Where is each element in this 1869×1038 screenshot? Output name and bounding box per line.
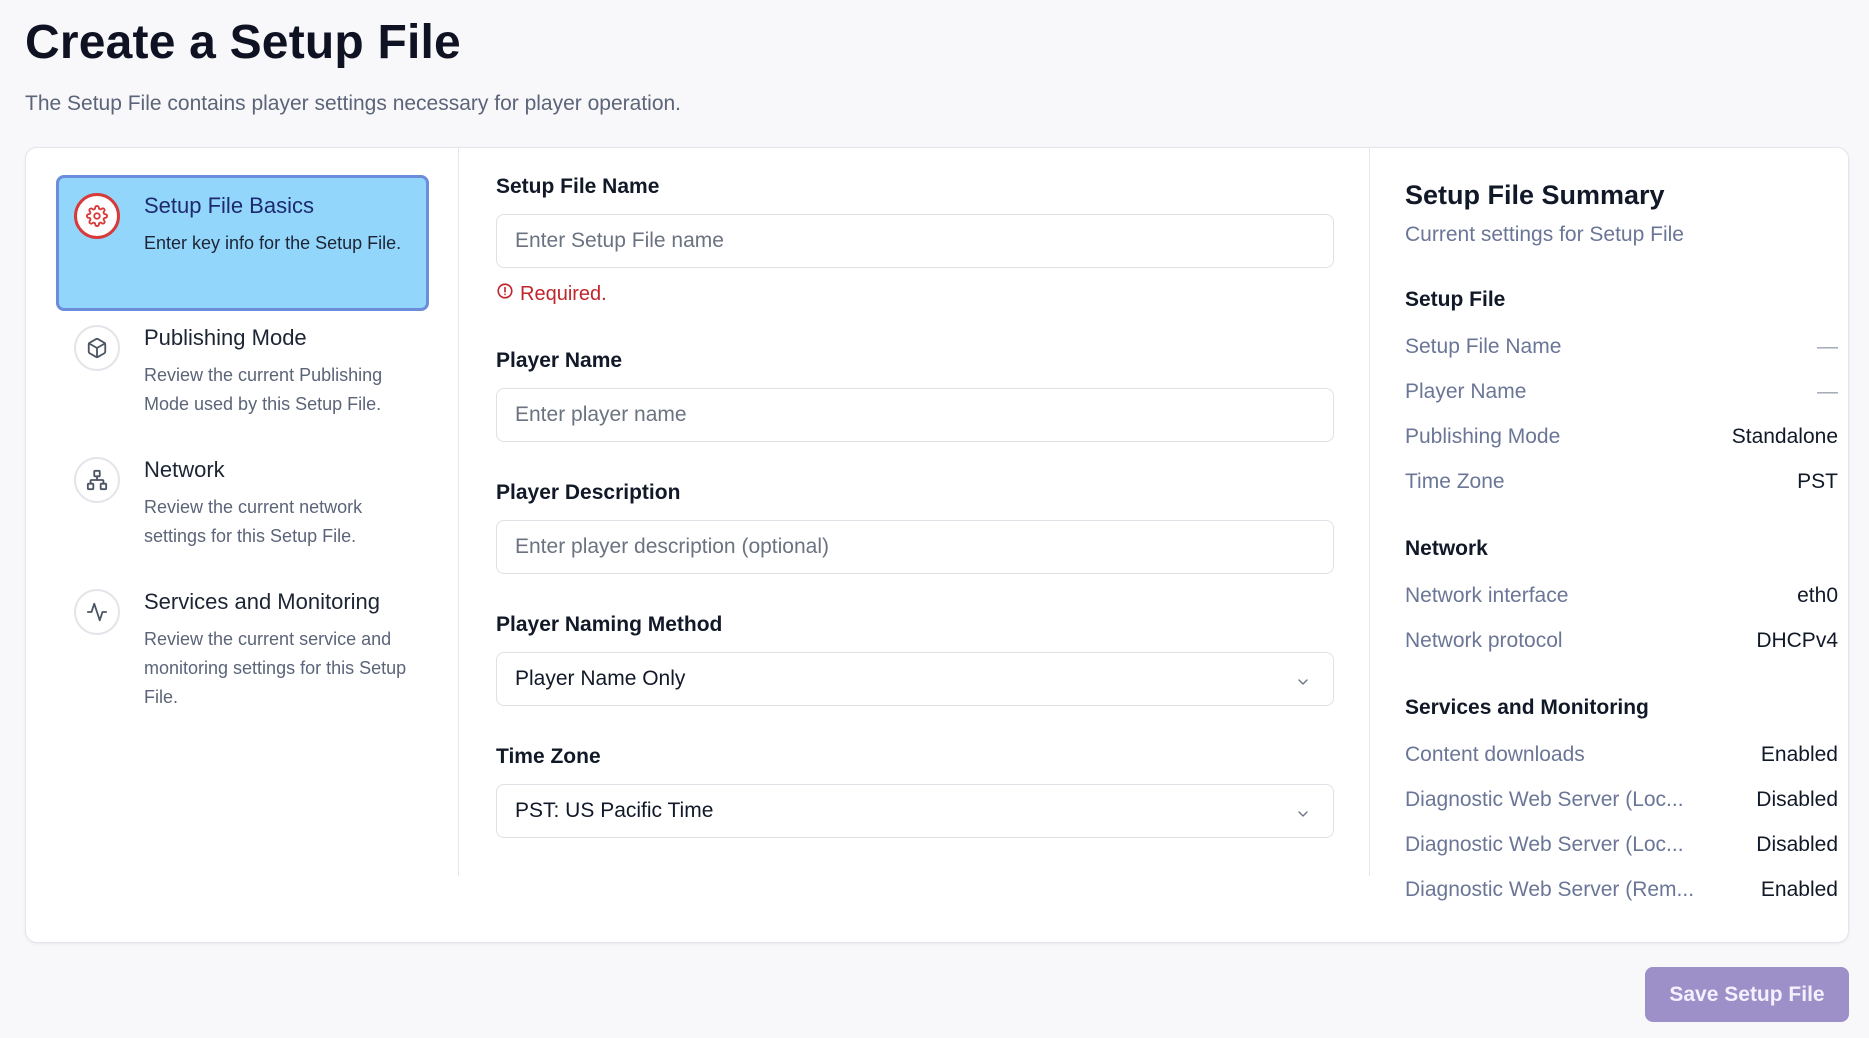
step-network[interactable]: Network Review the current network setti… bbox=[56, 439, 429, 549]
summary-value: Disabled bbox=[1756, 833, 1838, 856]
player-name-input[interactable] bbox=[496, 388, 1334, 442]
time-zone-select[interactable]: PST: US Pacific Time bbox=[496, 784, 1334, 838]
summary-row: Player Name — bbox=[1405, 377, 1838, 407]
player-description-input[interactable] bbox=[496, 520, 1334, 574]
step-services-and-monitoring[interactable]: Services and Monitoring Review the curre… bbox=[56, 571, 429, 707]
summary-value: DHCPv4 bbox=[1756, 629, 1838, 652]
setup-file-name-error: Required. bbox=[496, 282, 607, 306]
setup-file-name-input[interactable] bbox=[496, 214, 1334, 268]
summary-key: Content downloads bbox=[1405, 743, 1585, 766]
summary-row: Time Zone PST bbox=[1405, 467, 1838, 497]
summary-key: Time Zone bbox=[1405, 470, 1505, 493]
summary-key: Publishing Mode bbox=[1405, 425, 1561, 448]
step-description: Review the current Publishing Mode used … bbox=[144, 365, 383, 414]
summary-row: Diagnostic Web Server (Loc... Disabled bbox=[1405, 785, 1838, 815]
error-text: Required. bbox=[520, 282, 607, 305]
summary-key: Network interface bbox=[1405, 584, 1569, 607]
page-subtitle: The Setup File contains player settings … bbox=[25, 92, 682, 115]
error-icon bbox=[496, 282, 514, 306]
setup-file-card: Setup File Basics Enter key info for the… bbox=[25, 147, 1849, 943]
summary-value: Enabled bbox=[1760, 878, 1838, 901]
chevron-down-icon bbox=[1295, 672, 1311, 696]
summary-value: — bbox=[1817, 380, 1838, 403]
step-title: Setup File Basics bbox=[144, 193, 314, 218]
step-setup-file-basics[interactable]: Setup File Basics Enter key info for the… bbox=[56, 175, 429, 311]
save-setup-file-button[interactable]: Save Setup File bbox=[1645, 967, 1849, 1022]
cube-icon bbox=[74, 325, 120, 371]
summary-value: Standalone bbox=[1731, 425, 1838, 448]
summary-key: Diagnostic Web Server (Loc... bbox=[1405, 833, 1684, 856]
summary-value: eth0 bbox=[1797, 584, 1838, 607]
summary-section-heading: Setup File bbox=[1405, 288, 1506, 311]
summary-value: Disabled bbox=[1756, 788, 1838, 811]
summary-section-heading: Network bbox=[1405, 537, 1488, 560]
summary-key: Setup File Name bbox=[1405, 335, 1562, 358]
summary-value: Enabled bbox=[1760, 743, 1838, 766]
player-naming-method-select[interactable]: Player Name Only bbox=[496, 652, 1334, 706]
time-zone-label: Time Zone bbox=[496, 745, 601, 768]
activity-icon bbox=[74, 589, 120, 635]
summary-row: Diagnostic Web Server (Loc... Disabled bbox=[1405, 830, 1838, 860]
summary-key: Player Name bbox=[1405, 380, 1527, 403]
column-divider bbox=[458, 148, 459, 876]
summary-key: Diagnostic Web Server (Loc... bbox=[1405, 788, 1684, 811]
summary-row: Network protocol DHCPv4 bbox=[1405, 626, 1838, 656]
chevron-down-icon bbox=[1295, 804, 1311, 828]
page-title: Create a Setup File bbox=[25, 16, 461, 69]
summary-key: Network protocol bbox=[1405, 629, 1563, 652]
step-description: Review the current service and monitorin… bbox=[144, 629, 407, 707]
summary-row: Publishing Mode Standalone bbox=[1405, 422, 1838, 452]
summary-row: Network interface eth0 bbox=[1405, 581, 1838, 611]
summary-row: Setup File Name — bbox=[1405, 332, 1838, 362]
page-header: Create a Setup File The Setup File conta… bbox=[25, 14, 681, 116]
summary-row: Diagnostic Web Server (Rem... Enabled bbox=[1405, 875, 1838, 905]
summary-subtitle: Current settings for Setup File bbox=[1405, 223, 1684, 246]
summary-title: Setup File Summary bbox=[1405, 180, 1665, 210]
step-description: Review the current network settings for … bbox=[144, 497, 363, 546]
network-icon bbox=[74, 457, 120, 503]
player-name-label: Player Name bbox=[496, 349, 623, 372]
step-description: Enter key info for the Setup File. bbox=[144, 233, 402, 253]
select-value: PST: US Pacific Time bbox=[515, 799, 714, 822]
player-naming-method-label: Player Naming Method bbox=[496, 613, 723, 636]
summary-row: Content downloads Enabled bbox=[1405, 740, 1838, 770]
summary-key: Diagnostic Web Server (Rem... bbox=[1405, 878, 1695, 901]
player-description-label: Player Description bbox=[496, 481, 681, 504]
setup-file-name-label: Setup File Name bbox=[496, 175, 660, 198]
step-publishing-mode[interactable]: Publishing Mode Review the current Publi… bbox=[56, 307, 429, 417]
step-title: Publishing Mode bbox=[144, 325, 307, 350]
select-value: Player Name Only bbox=[515, 667, 686, 690]
step-title: Services and Monitoring bbox=[144, 589, 381, 614]
summary-value: — bbox=[1817, 335, 1838, 358]
column-divider bbox=[1369, 148, 1370, 876]
summary-section-heading: Services and Monitoring bbox=[1405, 696, 1649, 719]
gear-icon bbox=[74, 193, 120, 239]
step-title: Network bbox=[144, 457, 225, 482]
summary-value: PST bbox=[1797, 470, 1838, 493]
